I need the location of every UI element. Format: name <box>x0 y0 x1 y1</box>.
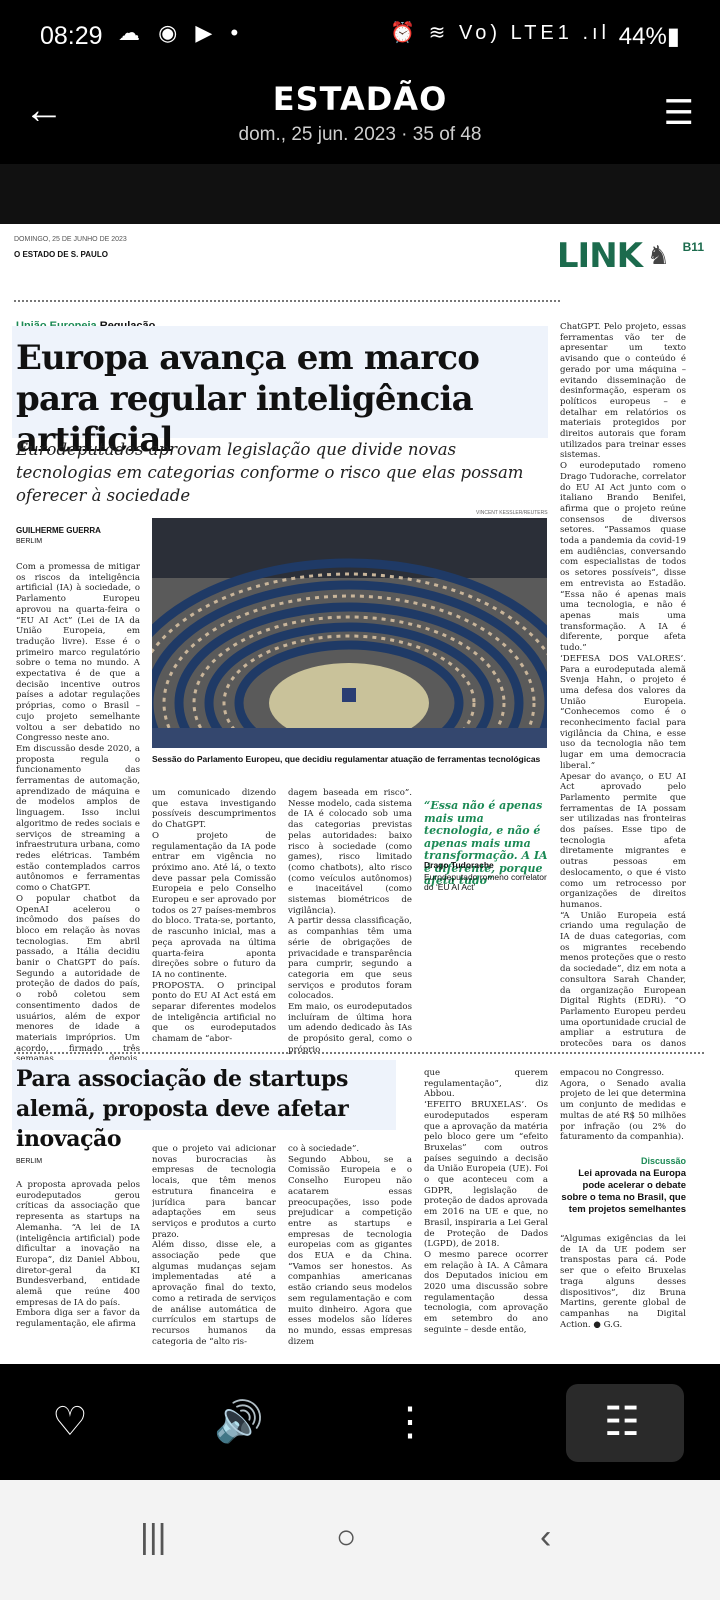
reader-toolbar: ♡ 🔊 ⋮ ☷ <box>0 1364 720 1480</box>
page-date: DOMINGO, 25 DE JUNHO DE 2023 <box>14 236 127 243</box>
article-dek: Eurodeputados aprovam legislação que div… <box>16 440 524 505</box>
dateline: BERLIM <box>16 538 43 545</box>
second-column-3: co à sociedade”. Segundo Abbou, se a Com… <box>288 1144 412 1347</box>
notification-icons: ☁ ◉ ▶ • <box>118 20 245 45</box>
pull-quote-name: Drago Tudorache <box>424 860 494 870</box>
second-headline: Para associação de startups alemã, propo… <box>16 1066 349 1152</box>
section-name: LINK <box>556 236 643 276</box>
list-menu-icon[interactable]: ☰ <box>664 96 694 130</box>
page-header: DOMINGO, 25 DE JUNHO DE 2023 O ESTADO DE… <box>14 236 704 286</box>
photo-credit: VINCENT KESSLER/REUTERS <box>476 510 548 516</box>
page-gap <box>0 164 720 224</box>
byline: GUILHERME GUERRA <box>16 526 101 535</box>
system-navigation: ||| ○ ‹ <box>0 1480 720 1600</box>
battery-indicator: 44%▮ <box>618 23 680 50</box>
second-column-1: A proposta aprovada pelos eurodeputados … <box>16 1180 140 1330</box>
sidebox-title: Discussão <box>640 1156 686 1166</box>
sidebox-body: “Algumas exigências da lei de IA da UE p… <box>560 1234 686 1330</box>
second-column-5: empacou no Congresso. Agora, o Senado av… <box>560 1068 686 1143</box>
system-back-icon[interactable]: ‹ <box>540 1520 551 1554</box>
sidebox-text: Lei aprovada na Europa pode acelerar o d… <box>561 1168 686 1215</box>
page-number: B11 <box>682 240 704 254</box>
home-icon[interactable]: ○ <box>336 1520 357 1554</box>
recents-icon[interactable]: ||| <box>140 1520 167 1554</box>
signal-icons: ⏰ ≋ Vo) LTE1 .ıl <box>390 22 610 44</box>
page-view-icon[interactable]: ☷ <box>604 1402 640 1442</box>
pull-quote-role: Eurodeputado romeno correlator do ‘EU AI… <box>424 872 547 892</box>
speaker-icon[interactable]: 🔊 <box>214 1402 264 1442</box>
article-column-3: dagem baseada em risco”. Nesse modelo, c… <box>288 788 412 1055</box>
second-column-2: que o projeto vai adicionar novas burocr… <box>152 1144 276 1347</box>
dotted-rule <box>14 300 560 308</box>
photo-caption: Sessão do Parlamento Europeu, que decidi… <box>152 754 541 764</box>
status-time: 08:29 <box>40 22 103 50</box>
knight-logo-icon: ♞ <box>646 240 670 270</box>
article-column-2: um comunicado dizendo que estava investi… <box>152 788 276 1045</box>
edition-subtitle: dom., 25 jun. 2023 · 35 of 48 <box>238 124 482 145</box>
heart-icon[interactable]: ♡ <box>52 1402 88 1442</box>
app-bar: ← ESTADÃO dom., 25 jun. 2023 · 35 of 48 … <box>0 72 720 164</box>
parliament-photo <box>152 518 547 748</box>
story-divider <box>14 1052 704 1054</box>
more-vert-icon[interactable]: ⋮ <box>390 1402 430 1442</box>
brand-title: ESTADÃO <box>272 80 448 118</box>
second-dateline: BERLIM <box>16 1158 43 1165</box>
second-column-4: que querem regulamentação”, diz Abbou. ‘… <box>424 1068 548 1335</box>
article-column-1: Com a promessa de mitigar os riscos da i… <box>16 562 140 1107</box>
page-paper-name: O ESTADO DE S. PAULO <box>14 250 108 259</box>
status-bar: 08:29 ☁ ◉ ▶ • ⏰ ≋ Vo) LTE1 .ıl 44%▮ <box>0 0 720 72</box>
article-column-4: ChatGPT. Pelo projeto, essas ferramentas… <box>560 322 686 1046</box>
newspaper-page[interactable]: DOMINGO, 25 DE JUNHO DE 2023 O ESTADO DE… <box>0 224 720 1364</box>
